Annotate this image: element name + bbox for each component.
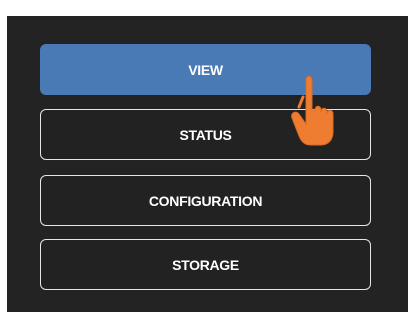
view-button[interactable]: VIEW <box>40 44 371 95</box>
view-button-label: VIEW <box>188 61 223 78</box>
status-button-label: STATUS <box>179 126 232 143</box>
status-button[interactable]: STATUS <box>40 109 371 160</box>
configuration-button[interactable]: CONFIGURATION <box>40 175 371 226</box>
storage-button[interactable]: STORAGE <box>40 239 371 290</box>
storage-button-label: STORAGE <box>172 256 239 273</box>
configuration-button-label: CONFIGURATION <box>148 192 263 209</box>
screen: VIEW STATUS CONFIGURATION STORAGE <box>0 0 408 312</box>
